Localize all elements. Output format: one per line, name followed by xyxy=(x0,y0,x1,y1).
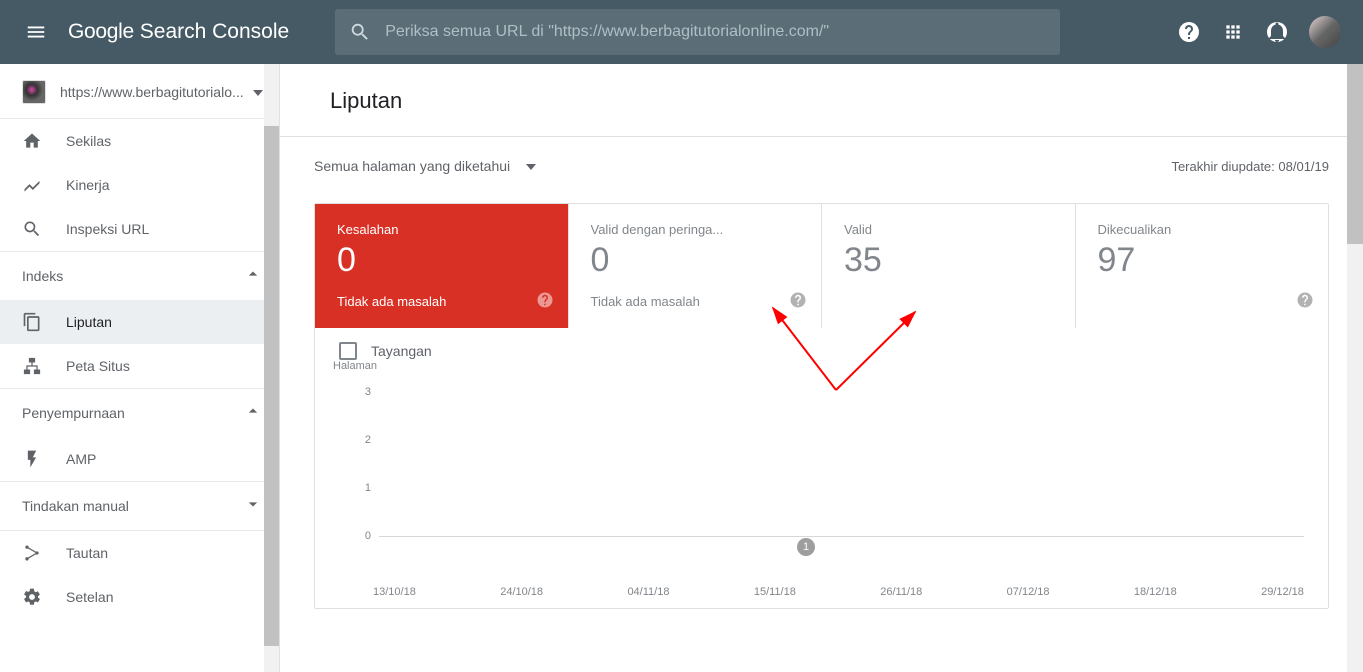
sidebar-group-index[interactable]: Indeks xyxy=(0,252,279,300)
url-search-bar[interactable]: Periksa semua URL di "https://www.berbag… xyxy=(335,9,1060,55)
page-title: Liputan xyxy=(280,64,1363,136)
sidebar-item-overview[interactable]: Sekilas xyxy=(0,119,279,163)
property-url: https://www.berbagitutorialo... xyxy=(60,84,253,100)
home-icon xyxy=(22,131,46,151)
gear-icon xyxy=(22,587,46,607)
sidebar-group-enhancements[interactable]: Penyempurnaan xyxy=(0,389,279,437)
chart-annotation-marker[interactable]: 1 xyxy=(797,538,815,556)
sidebar-scrollbar[interactable] xyxy=(264,64,279,672)
sidebar-item-links[interactable]: Tautan xyxy=(0,531,279,575)
notifications-button[interactable] xyxy=(1265,20,1289,44)
app-header: Google Search Console Periksa semua URL … xyxy=(0,0,1363,64)
menu-button[interactable] xyxy=(16,12,56,52)
help-icon[interactable] xyxy=(1296,291,1314,314)
main-scrollbar[interactable] xyxy=(1347,64,1363,672)
page-filter-dropdown[interactable]: Semua halaman yang diketahui xyxy=(314,157,536,175)
property-favicon xyxy=(22,80,46,104)
sidebar-group-manual-actions[interactable]: Tindakan manual xyxy=(0,482,279,530)
sidebar-item-settings[interactable]: Setelan xyxy=(0,575,279,619)
app-logo: Google Search Console xyxy=(68,20,289,44)
sidebar: https://www.berbagitutorialo... Sekilas … xyxy=(0,64,280,672)
status-cards: Kesalahan 0 Tidak ada masalah Valid deng… xyxy=(315,204,1328,328)
chevron-up-icon xyxy=(243,264,263,289)
chart-legend: Tayangan xyxy=(315,328,1328,360)
links-icon xyxy=(22,543,46,563)
sidebar-item-amp[interactable]: AMP xyxy=(0,437,279,481)
header-actions xyxy=(1177,16,1351,48)
sidebar-item-performance[interactable]: Kinerja xyxy=(0,163,279,207)
property-selector[interactable]: https://www.berbagitutorialo... xyxy=(0,64,279,118)
chart-x-axis: 13/10/18 24/10/18 04/11/18 15/11/18 26/1… xyxy=(329,568,1314,598)
chevron-down-icon xyxy=(253,83,263,101)
impressions-checkbox[interactable] xyxy=(339,342,357,360)
hamburger-icon xyxy=(25,21,47,43)
search-icon xyxy=(22,219,46,239)
card-error[interactable]: Kesalahan 0 Tidak ada masalah xyxy=(315,204,569,328)
card-valid-with-warnings[interactable]: Valid dengan peringa... 0 Tidak ada masa… xyxy=(569,204,823,328)
card-valid[interactable]: Valid 35 xyxy=(822,204,1076,328)
sidebar-item-url-inspection[interactable]: Inspeksi URL xyxy=(0,207,279,251)
main-content: Liputan Semua halaman yang diketahui Ter… xyxy=(280,64,1363,672)
filter-row: Semua halaman yang diketahui Terakhir di… xyxy=(280,137,1363,189)
sitemap-icon xyxy=(22,356,46,376)
sidebar-item-coverage[interactable]: Liputan xyxy=(0,300,279,344)
copy-icon xyxy=(22,312,46,332)
search-icon xyxy=(349,21,371,43)
bell-icon xyxy=(1265,20,1289,44)
chart-line-icon xyxy=(22,175,46,195)
help-icon[interactable] xyxy=(789,291,807,314)
help-icon[interactable] xyxy=(536,291,554,314)
chart-ylabel: Halaman xyxy=(333,360,377,372)
apps-button[interactable] xyxy=(1221,20,1245,44)
last-updated: Terakhir diupdate: 08/01/19 xyxy=(1171,159,1329,174)
bolt-icon xyxy=(22,449,46,469)
search-placeholder: Periksa semua URL di "https://www.berbag… xyxy=(385,23,1046,41)
coverage-chart: Halaman 3 2 1 0 1 13/10/18 24/10/18 04/1… xyxy=(315,360,1328,608)
card-excluded[interactable]: Dikecualikan 97 xyxy=(1076,204,1329,328)
help-button[interactable] xyxy=(1177,20,1201,44)
chevron-down-icon xyxy=(243,494,263,519)
chevron-up-icon xyxy=(243,401,263,426)
help-icon xyxy=(1177,20,1201,44)
user-avatar[interactable] xyxy=(1309,16,1341,48)
coverage-panel: Kesalahan 0 Tidak ada masalah Valid deng… xyxy=(314,203,1329,609)
apps-icon xyxy=(1223,22,1243,42)
chevron-down-icon xyxy=(526,157,536,175)
sidebar-item-sitemaps[interactable]: Peta Situs xyxy=(0,344,279,388)
